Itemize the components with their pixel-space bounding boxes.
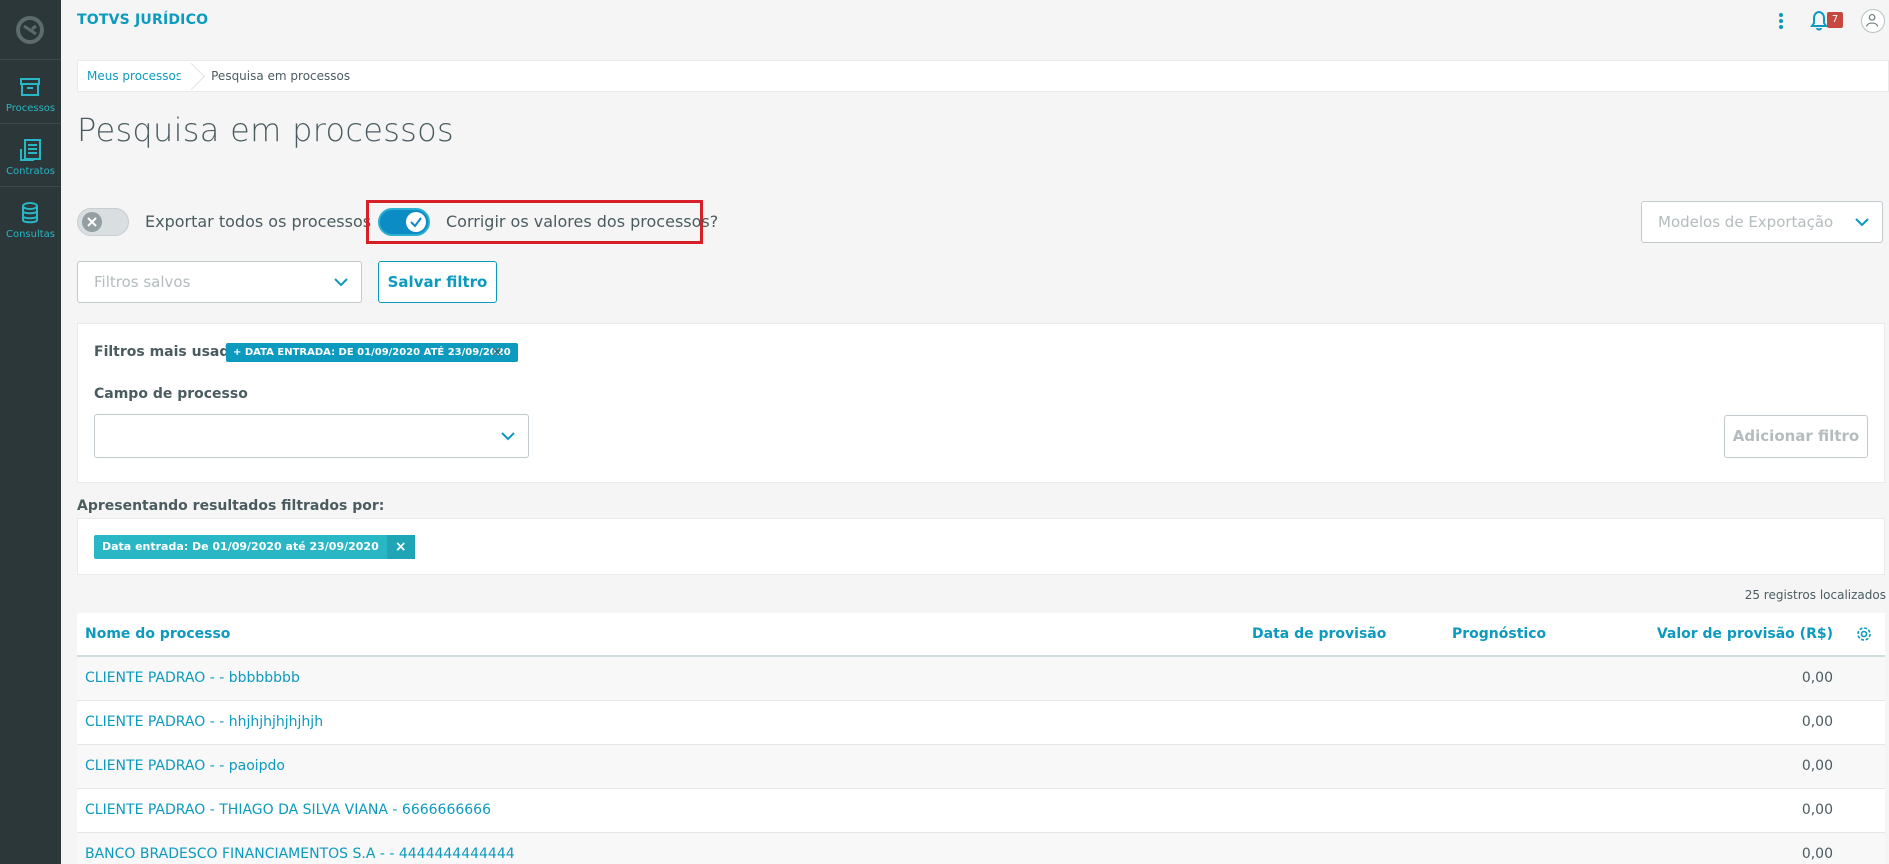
process-name-link[interactable]: CLIENTE PADRAO - - paoipdo — [85, 758, 285, 774]
notification-count-badge: 7 — [1827, 12, 1843, 28]
most-used-filter-chip[interactable]: + DATA ENTRADA: DE 01/09/2020 ATÉ 23/09/… — [226, 343, 518, 362]
processes-table: Nome do processo Data de provisão Prognó… — [77, 613, 1885, 864]
process-name-link[interactable]: CLIENTE PADRAO - THIAGO DA SILVA VIANA -… — [85, 802, 491, 818]
chevron-down-icon — [1855, 218, 1869, 227]
process-name-link[interactable]: CLIENTE PADRAO - - hhjhjhjhjhjhjh — [85, 714, 323, 730]
settings-gear-icon[interactable] — [1856, 626, 1872, 642]
add-filter-button[interactable]: Adicionar filtro — [1724, 415, 1868, 458]
database-icon — [22, 202, 38, 224]
sidebar: Processos Contratos Consultas — [0, 0, 61, 864]
sidebar-item-contratos[interactable]: Contratos — [0, 127, 61, 187]
provision-value: 0,00 — [1801, 802, 1833, 818]
provision-value: 0,00 — [1801, 670, 1833, 686]
sidebar-item-label: Contratos — [6, 166, 55, 177]
app-title: TOTVS JURÍDICO — [77, 12, 209, 28]
table-row[interactable]: CLIENTE PADRAO - - hhjhjhjhjhjhjh 0,00 — [77, 701, 1885, 745]
export-models-placeholder: Modelos de Exportação — [1658, 213, 1834, 231]
provision-value: 0,00 — [1801, 758, 1833, 774]
export-models-select[interactable]: Modelos de Exportação — [1641, 201, 1883, 243]
totvs-logo-icon[interactable] — [14, 14, 46, 46]
user-avatar[interactable] — [1861, 9, 1885, 33]
column-header-name[interactable]: Nome do processo — [85, 626, 230, 642]
table-row[interactable]: CLIENTE PADRAO - - paoipdo 0,00 — [77, 745, 1885, 789]
toggle-knob — [406, 212, 426, 232]
page-title: Pesquisa em processos — [77, 111, 455, 149]
saved-filters-placeholder: Filtros salvos — [94, 273, 191, 291]
provision-value: 0,00 — [1801, 846, 1833, 862]
table-row[interactable]: CLIENTE PADRAO - - bbbbbbbb 0,00 — [77, 657, 1885, 701]
active-filter-chip: Data entrada: De 01/09/2020 até 23/09/20… — [94, 535, 415, 559]
results-filter-label: Apresentando resultados filtrados por: — [77, 498, 385, 514]
export-all-toggle[interactable] — [77, 208, 129, 236]
table-row[interactable]: BANCO BRADESCO FINANCIAMENTOS S.A - - 44… — [77, 833, 1885, 864]
export-all-label: Exportar todos os processos — [145, 212, 372, 231]
breadcrumb-current: Pesquisa em processos — [211, 69, 351, 83]
sidebar-item-label: Processos — [5, 103, 56, 114]
close-icon — [87, 217, 97, 227]
most-used-filters-label: Filtros mais usados — [94, 344, 248, 360]
check-icon — [410, 217, 422, 228]
user-icon — [1865, 13, 1879, 27]
save-filter-button[interactable]: Salvar filtro — [378, 261, 497, 303]
sidebar-item-consultas[interactable]: Consultas — [0, 190, 61, 250]
table-row[interactable]: CLIENTE PADRAO - THIAGO DA SILVA VIANA -… — [77, 789, 1885, 833]
column-header-provision-value[interactable]: Valor de provisão (R$) — [1657, 626, 1833, 642]
process-field-select[interactable] — [94, 414, 529, 458]
archive-icon — [20, 78, 40, 96]
contracts-icon — [20, 139, 41, 161]
remove-active-filter-icon[interactable]: × — [386, 535, 415, 559]
toggle-knob — [82, 212, 102, 232]
chevron-down-icon — [501, 432, 515, 441]
active-filter-chip-label: Data entrada: De 01/09/2020 até 23/09/20… — [102, 540, 379, 553]
column-header-prognosis[interactable]: Prognóstico — [1452, 626, 1546, 642]
process-name-link[interactable]: BANCO BRADESCO FINANCIAMENTOS S.A - - 44… — [85, 846, 515, 862]
process-field-label: Campo de processo — [94, 386, 248, 402]
sidebar-divider — [0, 59, 61, 60]
breadcrumb: Meus processos Pesquisa em processos — [77, 60, 1889, 92]
process-name-link[interactable]: CLIENTE PADRAO - - bbbbbbbb — [85, 670, 300, 686]
saved-filters-select[interactable]: Filtros salvos — [77, 261, 362, 303]
sidebar-divider — [0, 123, 61, 124]
correct-values-label: Corrigir os valores dos processos? — [446, 212, 719, 231]
correct-values-toggle[interactable] — [378, 208, 430, 236]
provision-value: 0,00 — [1801, 714, 1833, 730]
chevron-down-icon — [334, 278, 348, 287]
table-header: Nome do processo Data de provisão Prognó… — [77, 613, 1885, 657]
remove-most-used-filter-icon[interactable]: × — [491, 344, 503, 360]
sidebar-divider — [0, 186, 61, 187]
more-options-icon[interactable] — [1771, 11, 1791, 31]
sidebar-item-processos[interactable]: Processos — [0, 64, 61, 124]
breadcrumb-link-meus-processos[interactable]: Meus processos — [78, 61, 196, 91]
top-header: TOTVS JURÍDICO 7 — [61, 0, 1889, 42]
records-count: 25 registros localizados — [1744, 588, 1886, 602]
sidebar-item-label: Consultas — [5, 229, 56, 240]
column-header-provision-date[interactable]: Data de provisão — [1252, 626, 1386, 642]
